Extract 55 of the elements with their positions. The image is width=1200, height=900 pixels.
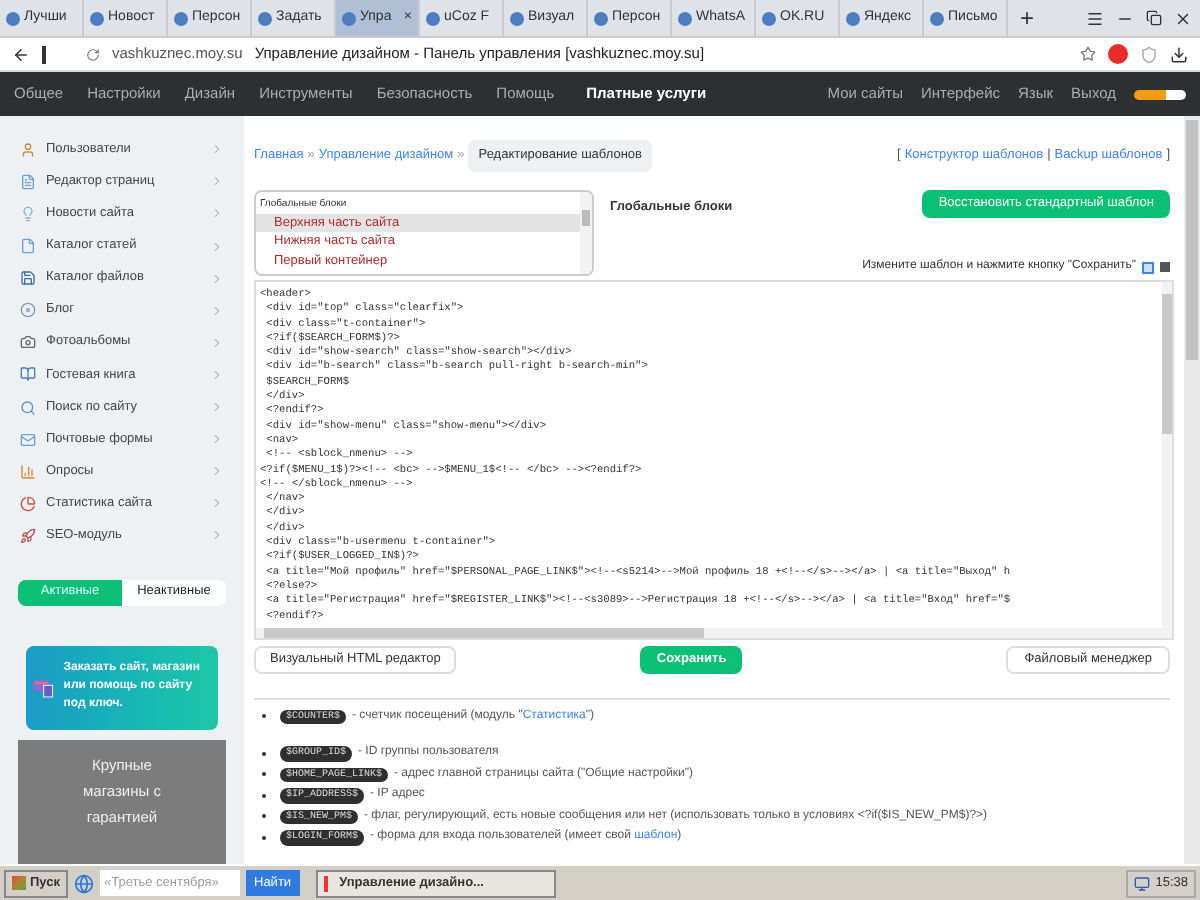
chevron-icon <box>210 335 224 350</box>
close-icon[interactable] <box>1174 9 1192 27</box>
chevron-icon <box>210 464 224 479</box>
browser-icon[interactable] <box>74 873 94 893</box>
user-icon <box>20 141 36 158</box>
shield-icon[interactable] <box>1140 45 1158 63</box>
tab-favicon-icon <box>342 11 356 25</box>
tab-favicon-icon <box>930 11 944 25</box>
bar-chart-icon <box>20 463 36 480</box>
lightbulb-icon <box>20 205 36 222</box>
switch-icon[interactable] <box>1134 89 1186 99</box>
chevron-icon <box>210 174 224 189</box>
chevron-icon <box>210 271 224 286</box>
document-icon <box>20 238 36 255</box>
network-icon[interactable] <box>1133 875 1150 891</box>
chevron-icon <box>210 528 224 543</box>
chevron-icon <box>210 303 224 318</box>
vertical-scrollbar-icon[interactable] <box>1162 282 1172 628</box>
envelope-icon <box>20 431 36 448</box>
tab-favicon-icon <box>678 11 692 25</box>
chevron-icon <box>210 206 224 221</box>
code-editor[interactable] <box>254 280 1174 640</box>
horizontal-scrollbar-icon[interactable] <box>256 628 1172 638</box>
star-icon[interactable] <box>1080 46 1096 62</box>
chevron-icon <box>210 367 224 382</box>
reload-icon[interactable] <box>86 47 100 61</box>
chevron-icon <box>210 432 224 447</box>
tab-favicon-icon <box>846 11 860 25</box>
rocket-icon <box>20 527 36 544</box>
chevron-icon <box>210 496 224 511</box>
windows-logo-icon <box>12 876 26 890</box>
tab-favicon-icon <box>510 11 524 25</box>
tab-favicon-icon <box>258 11 272 25</box>
download-icon[interactable] <box>1170 45 1188 63</box>
tab-favicon-icon <box>426 11 440 25</box>
tab-favicon-icon <box>762 11 776 25</box>
page-icon <box>20 173 36 190</box>
restore-icon[interactable] <box>1146 10 1162 26</box>
tab-favicon-icon <box>174 11 188 25</box>
menu-icon[interactable] <box>1086 9 1104 27</box>
tab-favicon-icon <box>90 11 104 25</box>
chevron-icon <box>210 142 224 157</box>
camera-icon <box>20 334 36 351</box>
pie-chart-icon <box>20 495 36 512</box>
back-icon[interactable] <box>12 45 30 63</box>
tab-favicon-icon <box>594 11 608 25</box>
chevron-icon <box>210 239 224 254</box>
tab-favicon-icon <box>6 11 20 25</box>
chevron-icon <box>210 400 224 415</box>
page-scrollbar-icon[interactable] <box>1184 116 1200 864</box>
book-icon <box>20 366 36 383</box>
disc-icon <box>20 302 36 319</box>
search-icon <box>20 399 36 416</box>
scrollbar-icon[interactable] <box>580 192 592 274</box>
new-tab-button[interactable]: + <box>1008 0 1047 36</box>
